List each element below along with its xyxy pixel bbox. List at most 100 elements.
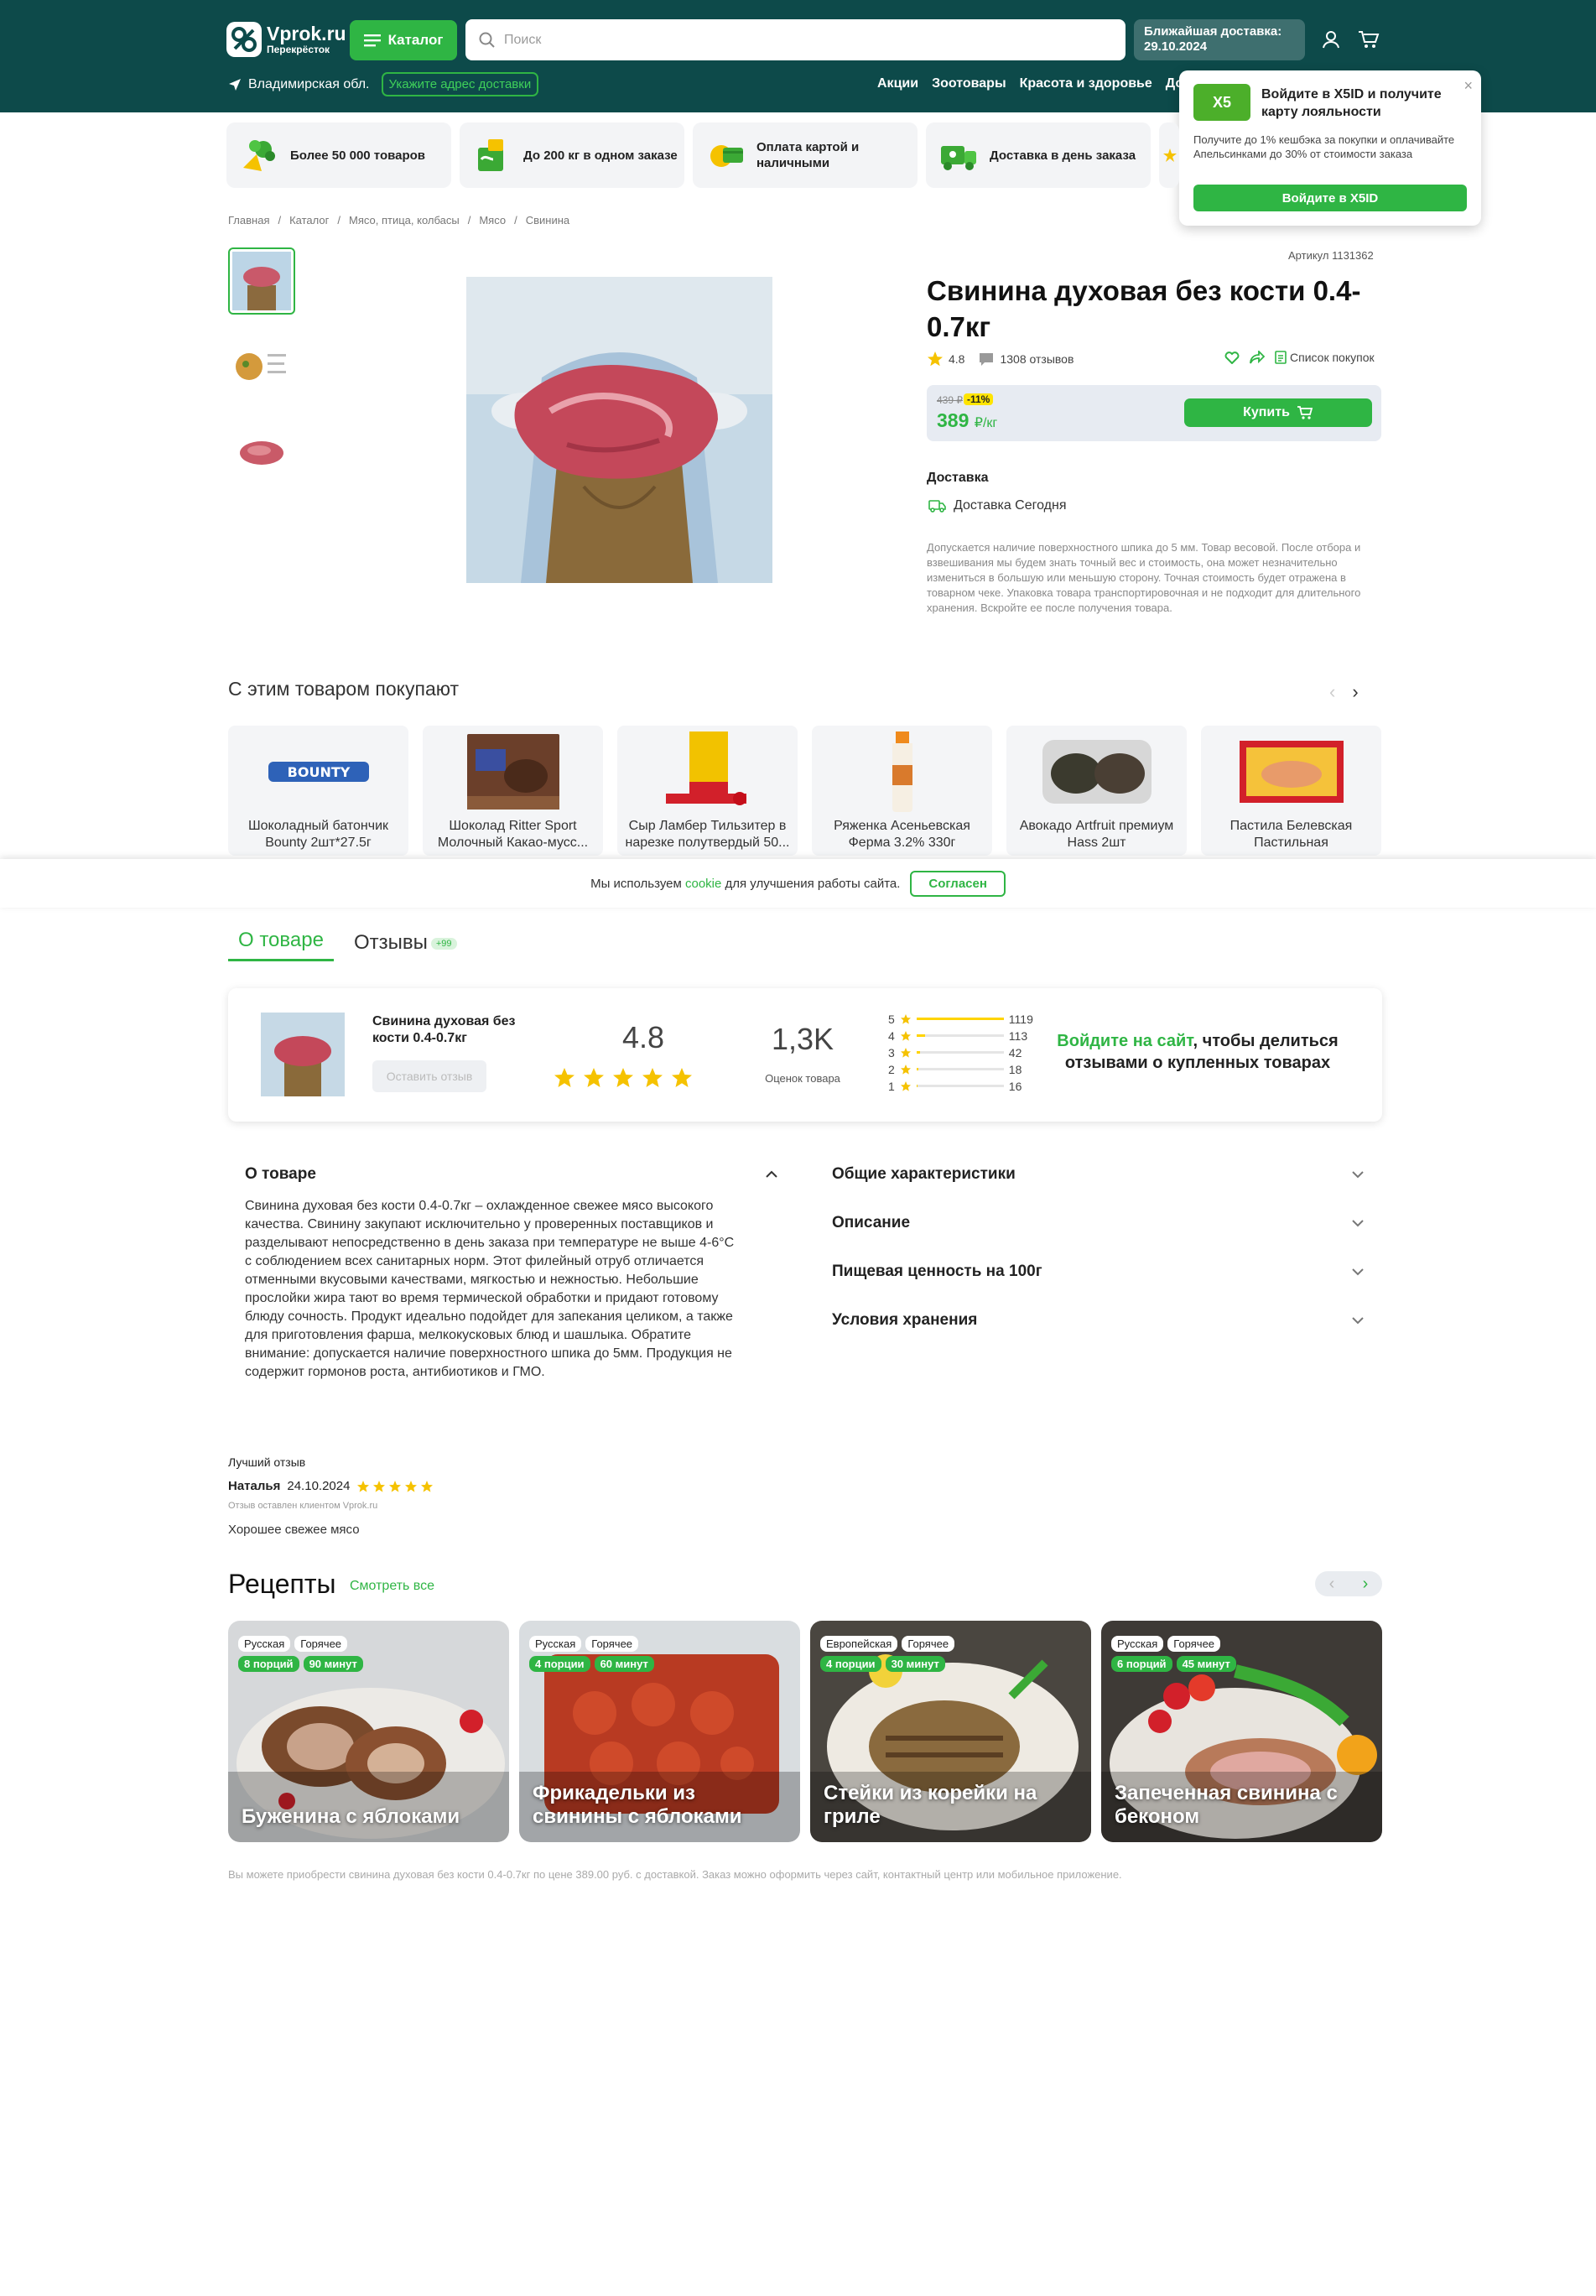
star-icon: [554, 1068, 574, 1087]
related-products: BOUNTY Шоколадный батончик Bounty 2шт*27…: [228, 726, 1381, 856]
breadcrumb-item[interactable]: Мясо: [479, 214, 506, 226]
recipe-card[interactable]: Русская Горячее 6 порций 45 минут Запеченн…: [1101, 1621, 1382, 1842]
rating-bar-row: 4 113: [888, 1028, 1033, 1043]
star-icon: [900, 1030, 911, 1041]
product-image[interactable]: [466, 277, 772, 583]
about-accordion-header[interactable]: О товаре: [245, 1162, 777, 1187]
tab-reviews[interactable]: Отзывы +99: [354, 931, 467, 961]
reviews-link[interactable]: 1308 отзывов: [1000, 352, 1074, 366]
chevron-right-icon[interactable]: ›: [1352, 681, 1358, 703]
chevron-down-icon: [1352, 1317, 1364, 1325]
nav-item-promo[interactable]: Акции: [877, 76, 918, 91]
accordion-general[interactable]: Общие характеристики: [832, 1162, 1364, 1187]
x5-logo: X5: [1193, 84, 1250, 121]
recipe-title: Буженина с яблоками: [242, 1805, 460, 1828]
chevron-left-icon[interactable]: ‹: [1329, 681, 1335, 703]
product-tabs: О товаре Отзывы +99: [228, 929, 467, 961]
rating-distribution: 5 1119 4 113 3 42 2 18 1 16: [888, 1012, 1033, 1093]
star-icon: [584, 1068, 604, 1087]
recipe-meta: 4 порции 30 минут: [820, 1656, 945, 1672]
nearest-delivery[interactable]: Ближайшая доставка: 29.10.2024: [1134, 19, 1305, 60]
address-button[interactable]: Укажите адрес доставки: [381, 72, 539, 96]
accordion-nutrition[interactable]: Пищевая ценность на 100г: [832, 1259, 1364, 1284]
ratings-count: 1,3K: [771, 1022, 834, 1056]
recipe-tag: Горячее: [585, 1636, 639, 1652]
x5id-login-button[interactable]: Войдите в X5ID: [1193, 185, 1467, 211]
breadcrumb-item[interactable]: Мясо, птица, колбасы: [349, 214, 460, 226]
user-icon[interactable]: [1317, 25, 1345, 54]
truck-icon: [928, 500, 946, 513]
product-card[interactable]: Сыр Ламбер Тильзитер в нарезке полутверд…: [617, 726, 798, 856]
region-selector[interactable]: Владимирская обл. Укажите адрес доставки: [228, 72, 539, 96]
comment-icon: [980, 353, 994, 366]
product-card[interactable]: Авокадо Artfruit премиум Hass 2шт: [1006, 726, 1187, 856]
logo-subtitle: Перекрёсток: [267, 44, 330, 55]
feature-card-partial: [1159, 122, 1179, 188]
about-section: О товаре Свинина духовая без кости 0.4-0…: [245, 1162, 777, 1382]
review-stars: [356, 1480, 434, 1493]
average-stars: [554, 1067, 693, 1089]
product-card[interactable]: BOUNTY Шоколадный батончик Bounty 2шт*27…: [228, 726, 408, 856]
feature-card: Более 50 000 товаров: [226, 122, 451, 188]
related-title: С этим товаром покупают: [228, 678, 460, 700]
price-box: 439 ₽ -11% 389 ₽/кг Купить: [927, 385, 1381, 441]
recipes-see-all[interactable]: Смотреть все: [350, 1579, 434, 1594]
recipe-portions: 6 порций: [1111, 1656, 1172, 1672]
delivery-truck-icon: [936, 133, 981, 178]
nav-item-pets[interactable]: Зоотовары: [932, 76, 1006, 91]
recipe-card[interactable]: Европейская Горячее 4 порции 30 минут Стей…: [810, 1621, 1091, 1842]
breadcrumb-item[interactable]: Главная: [228, 214, 269, 226]
search-bar[interactable]: [465, 19, 1126, 60]
chevron-right-icon[interactable]: ›: [1363, 1575, 1369, 1594]
pastila-image: [1201, 726, 1381, 818]
product-card[interactable]: Пастила Белевская Пастильная Мануфактур.…: [1201, 726, 1381, 856]
thumbnail[interactable]: [228, 247, 295, 315]
product-card-name: Пастила Белевская Пастильная Мануфактур.…: [1229, 819, 1353, 850]
catalog-button[interactable]: Каталог: [350, 20, 457, 60]
chevron-left-icon[interactable]: ‹: [1329, 1575, 1335, 1594]
feature-card: Оплата картой и наличными: [693, 122, 918, 188]
login-to-review: Войдите на сайт, чтобы делиться отзывами…: [1047, 1030, 1349, 1074]
average-score: 4.8: [621, 1020, 665, 1054]
product-card[interactable]: Ряженка Асеньевская Ферма 3.2% 330г: [812, 726, 992, 856]
feature-label: Оплата картой и наличными: [756, 140, 860, 170]
breadcrumb-item[interactable]: Свинина: [526, 214, 569, 226]
recipe-time: 45 минут: [1176, 1656, 1236, 1672]
rating-bar-count: 113: [1008, 1028, 1028, 1043]
characteristics-section: Общие характеристики Описание Пищевая це…: [832, 1162, 1364, 1356]
site-logo[interactable]: Vprok.ru Перекрёсток: [226, 22, 346, 57]
login-link[interactable]: Войдите на сайт: [1057, 1032, 1193, 1050]
share-icon[interactable]: [1250, 351, 1265, 364]
rating-bar-row: 5 1119: [888, 1012, 1033, 1026]
star-icon: [613, 1068, 633, 1087]
logo-title: Vprok.ru: [267, 23, 346, 44]
shopping-list-button[interactable]: Список покупок: [1275, 351, 1375, 364]
accordion-storage[interactable]: Условия хранения: [832, 1308, 1364, 1333]
recipe-card[interactable]: Русская Горячее 8 порций 90 минут Буженина…: [228, 1621, 509, 1842]
vegetables-icon: [237, 133, 282, 178]
cookie-link[interactable]: cookie: [685, 877, 721, 891]
leave-review-button[interactable]: Оставить отзыв: [372, 1060, 486, 1092]
buy-button[interactable]: Купить: [1184, 398, 1372, 427]
review-product-image: [261, 1013, 345, 1096]
star-icon: [1163, 148, 1177, 162]
cart-icon[interactable]: [1354, 25, 1383, 54]
accordion-description[interactable]: Описание: [832, 1210, 1364, 1236]
rating-bar-count: 18: [1008, 1062, 1022, 1076]
recipe-tag: Горячее: [902, 1636, 955, 1652]
cookie-accept-button[interactable]: Согласен: [910, 870, 1006, 897]
close-icon[interactable]: ×: [1463, 77, 1473, 95]
breadcrumb-item[interactable]: Каталог: [289, 214, 329, 226]
thumbnail[interactable]: [228, 419, 295, 486]
search-input[interactable]: [504, 32, 1091, 48]
heart-icon[interactable]: [1224, 351, 1240, 364]
recipe-title: Фрикадельки из свинины с яблоками: [533, 1782, 742, 1828]
recipe-portions: 4 порции: [820, 1656, 881, 1672]
product-card[interactable]: Шоколад Ritter Sport Молочный Какао-мусс…: [423, 726, 603, 856]
rating-bar-row: 2 18: [888, 1062, 1033, 1076]
thumbnail[interactable]: [228, 333, 295, 400]
tab-about[interactable]: О товаре: [228, 929, 334, 961]
nav-item-beauty[interactable]: Красота и здоровье: [1020, 76, 1152, 91]
star-icon: [900, 1013, 911, 1024]
recipe-card[interactable]: Русская Горячее 4 порции 60 минут Фрикадел…: [519, 1621, 800, 1842]
